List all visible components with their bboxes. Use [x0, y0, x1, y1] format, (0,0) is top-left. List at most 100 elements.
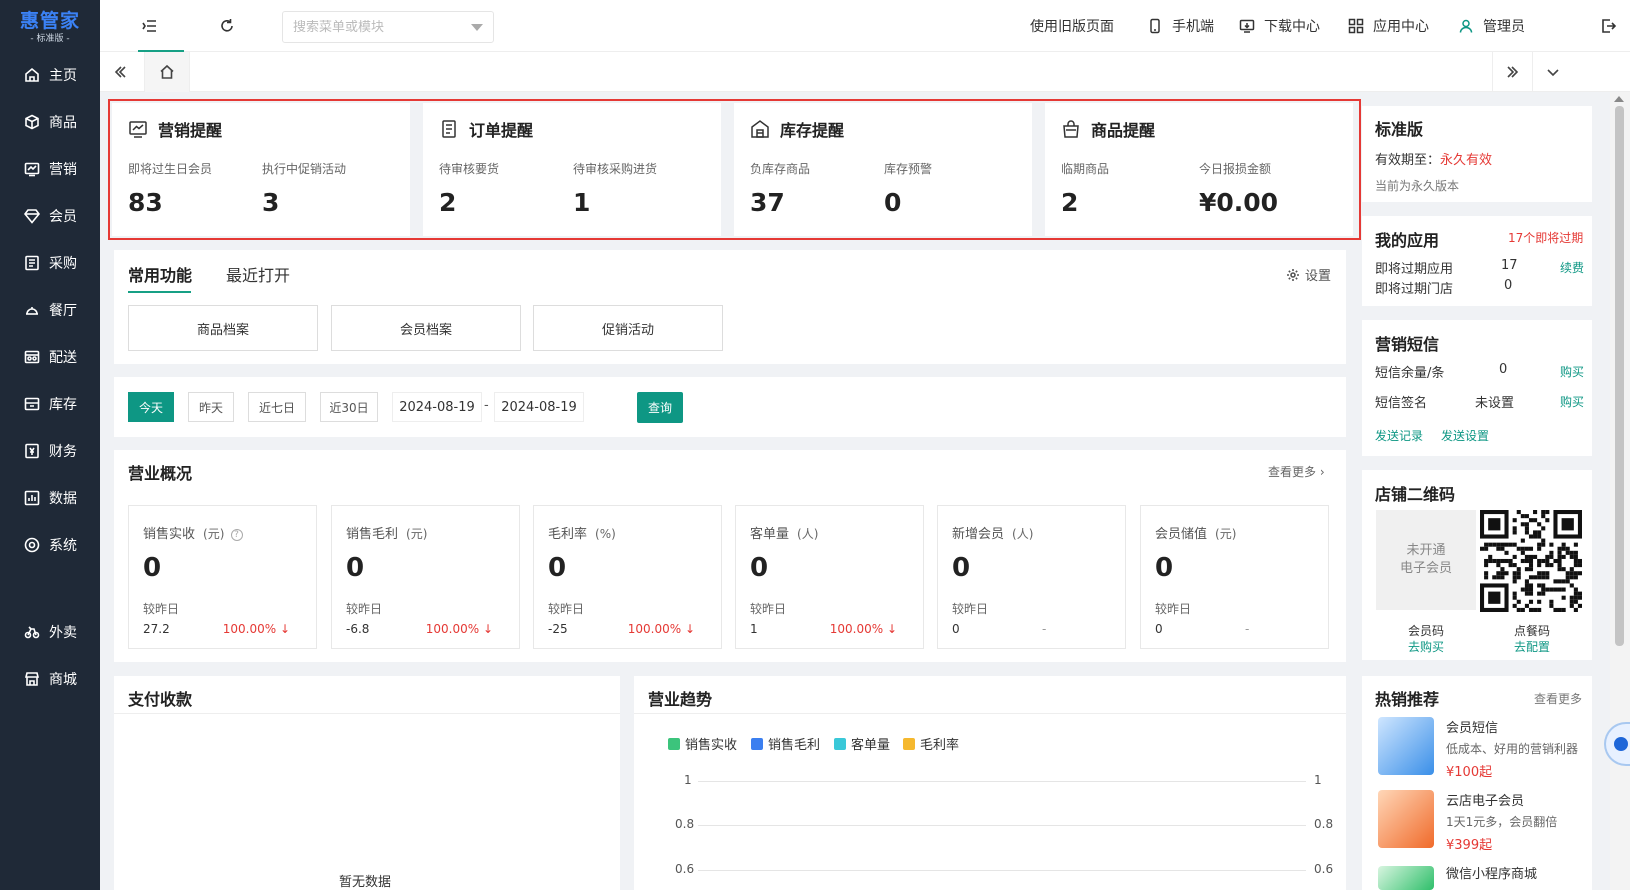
range-today-button[interactable]: 今天 — [128, 392, 174, 422]
expiring-badge[interactable]: 17个即将过期 — [1508, 229, 1583, 246]
home-tab[interactable] — [144, 52, 190, 92]
legend-orders[interactable]: 客单量 — [834, 734, 890, 753]
metric-card-sales[interactable]: 销售实收 (元) ? 0 较昨日 27.2 100.00% ↓ — [128, 505, 317, 649]
sms-row-value: 0 — [1499, 362, 1508, 377]
sidebar-item-inventory[interactable]: 库存 — [0, 384, 100, 424]
metric-value: 0 — [143, 553, 162, 583]
promotion-button[interactable]: 促销活动 — [533, 305, 723, 351]
order-qr-code — [1480, 510, 1582, 612]
range-30days-button[interactable]: 近30日 — [320, 392, 378, 422]
tab-recently-opened[interactable]: 最近打开 — [226, 262, 290, 286]
sidebar-item-label: 会员 — [49, 209, 77, 225]
metric-value: 0 — [1155, 553, 1174, 583]
overview-more-link[interactable]: 查看更多 › — [1268, 463, 1325, 480]
download-center-link[interactable]: 下载中心 — [1239, 0, 1320, 52]
buy-sms-link[interactable]: 购买 — [1560, 363, 1584, 380]
sidebar-item-members[interactable]: 会员 — [0, 196, 100, 236]
sms-row-value: 未设置 — [1475, 396, 1515, 411]
sms-product-image[interactable] — [1378, 717, 1434, 775]
logo[interactable]: 惠管家 - 标准版 - — [0, 0, 100, 50]
refresh-icon[interactable] — [218, 17, 236, 35]
tabs-prev-icon[interactable] — [100, 52, 140, 92]
scrollbar[interactable] — [1610, 92, 1630, 890]
menu-search-input[interactable] — [293, 19, 463, 35]
hot-more-link[interactable]: 查看更多 — [1534, 690, 1582, 707]
query-button[interactable]: 查询 — [637, 392, 683, 423]
legend-sales[interactable]: 销售实收 — [668, 734, 737, 753]
legend-margin[interactable]: 毛利率 — [903, 734, 959, 753]
dining-icon — [24, 302, 40, 318]
scroll-up-icon[interactable] — [1614, 96, 1624, 102]
menu-collapse-icon[interactable] — [141, 17, 159, 35]
metric-previous: 1 — [750, 622, 758, 636]
member-product-image[interactable] — [1378, 790, 1434, 848]
apps-row-value: 17 — [1501, 258, 1518, 273]
config-order-code-link[interactable]: 去配置 — [1514, 638, 1550, 655]
metric-value: 0 — [750, 553, 769, 583]
range-yesterday-button[interactable]: 昨天 — [188, 392, 234, 422]
metric-name: 会员储值 — [1155, 527, 1208, 542]
download-center-label: 下载中心 — [1264, 19, 1320, 35]
sidebar-item-purchasing[interactable]: 采购 — [0, 243, 100, 283]
sidebar-item-home[interactable]: 主页 — [0, 55, 100, 95]
renew-link[interactable]: 续费 — [1560, 259, 1584, 276]
scrollbar-thumb[interactable] — [1615, 106, 1624, 646]
range-7days-button[interactable]: 近七日 — [248, 392, 306, 422]
sidebar-item-restaurant[interactable]: 餐厅 — [0, 290, 100, 330]
metric-card-member-balance[interactable]: 会员储值 (元) 0 较昨日 0 - — [1140, 505, 1329, 649]
payment-title: 支付收款 — [128, 690, 193, 709]
legend-swatch — [668, 737, 680, 750]
metric-label: 客单量 (人) — [750, 523, 818, 542]
chevron-right-icon: › — [1319, 465, 1325, 479]
sidebar-item-delivery[interactable]: 配送 — [0, 337, 100, 377]
apps-row-value: 0 — [1504, 278, 1513, 293]
legend-label: 毛利率 — [920, 738, 960, 753]
buy-signature-link[interactable]: 购买 — [1560, 393, 1584, 410]
tabs-next-icon[interactable] — [1492, 52, 1532, 92]
sidebar-item-products[interactable]: 商品 — [0, 102, 100, 142]
metric-previous: 27.2 — [143, 622, 170, 636]
old-version-link[interactable]: 使用旧版页面 — [1030, 0, 1114, 52]
metric-card-gross-profit[interactable]: 销售毛利 (元) 0 较昨日 -6.8 100.00% ↓ — [331, 505, 520, 649]
chevron-down-icon[interactable] — [471, 24, 483, 31]
metric-card-orders[interactable]: 客单量 (人) 0 较昨日 1 100.00% ↓ — [735, 505, 924, 649]
y-tick-right: 0.6 — [1314, 862, 1334, 876]
menu-search[interactable] — [282, 11, 494, 43]
sidebar-item-system[interactable]: 系统 — [0, 525, 100, 565]
end-date-input[interactable]: 2024-08-19 — [494, 392, 584, 422]
hot-item-name[interactable]: 云店电子会员 — [1446, 790, 1524, 809]
tab-common-functions[interactable]: 常用功能 — [128, 262, 192, 286]
metric-name: 销售实收 — [143, 527, 196, 542]
send-settings-link[interactable]: 发送设置 — [1441, 427, 1489, 444]
help-icon[interactable]: ? — [230, 528, 243, 541]
metric-change: - — [1042, 622, 1047, 636]
sidebar-item-mall[interactable]: 商城 — [0, 659, 100, 699]
miniprogram-product-image[interactable] — [1378, 866, 1434, 890]
app-center-link[interactable]: 应用中心 — [1348, 0, 1429, 52]
metric-card-margin[interactable]: 毛利率 (%) 0 较昨日 -25 100.00% ↓ — [533, 505, 722, 649]
sidebar-item-finance[interactable]: 财务 — [0, 431, 100, 471]
sidebar-item-data[interactable]: 数据 — [0, 478, 100, 518]
phone-icon — [1150, 18, 1160, 34]
settings-link[interactable]: 设置 — [1286, 265, 1331, 284]
hot-item-name[interactable]: 会员短信 — [1446, 717, 1498, 736]
buy-member-code-link[interactable]: 去购买 — [1408, 638, 1444, 655]
edition-expiry: 有效期至：永久有效 — [1375, 149, 1492, 168]
sidebar-item-marketing[interactable]: 营销 — [0, 149, 100, 189]
assistant-float-button[interactable] — [1604, 722, 1630, 766]
order-code-label: 点餐码 — [1514, 624, 1551, 638]
metric-card-new-members[interactable]: 新增会员 (人) 0 较昨日 0 - — [937, 505, 1126, 649]
legend-profit[interactable]: 销售毛利 — [751, 734, 820, 753]
my-apps-title: 我的应用 — [1375, 231, 1440, 250]
mobile-link[interactable]: 手机端 — [1147, 0, 1214, 52]
user-menu[interactable]: 管理员 — [1458, 0, 1525, 52]
member-archive-button[interactable]: 会员档案 — [331, 305, 521, 351]
tabs-menu-chevron-down-icon[interactable] — [1532, 52, 1572, 92]
start-date-input[interactable]: 2024-08-19 — [392, 392, 482, 422]
product-archive-button[interactable]: 商品档案 — [128, 305, 318, 351]
send-records-link[interactable]: 发送记录 — [1375, 427, 1423, 444]
sidebar-item-takeout[interactable]: 外卖 — [0, 612, 100, 652]
metric-value: 0 — [952, 553, 971, 583]
logout-icon[interactable] — [1599, 17, 1617, 35]
hot-item-name[interactable]: 微信小程序商城 — [1446, 863, 1537, 882]
